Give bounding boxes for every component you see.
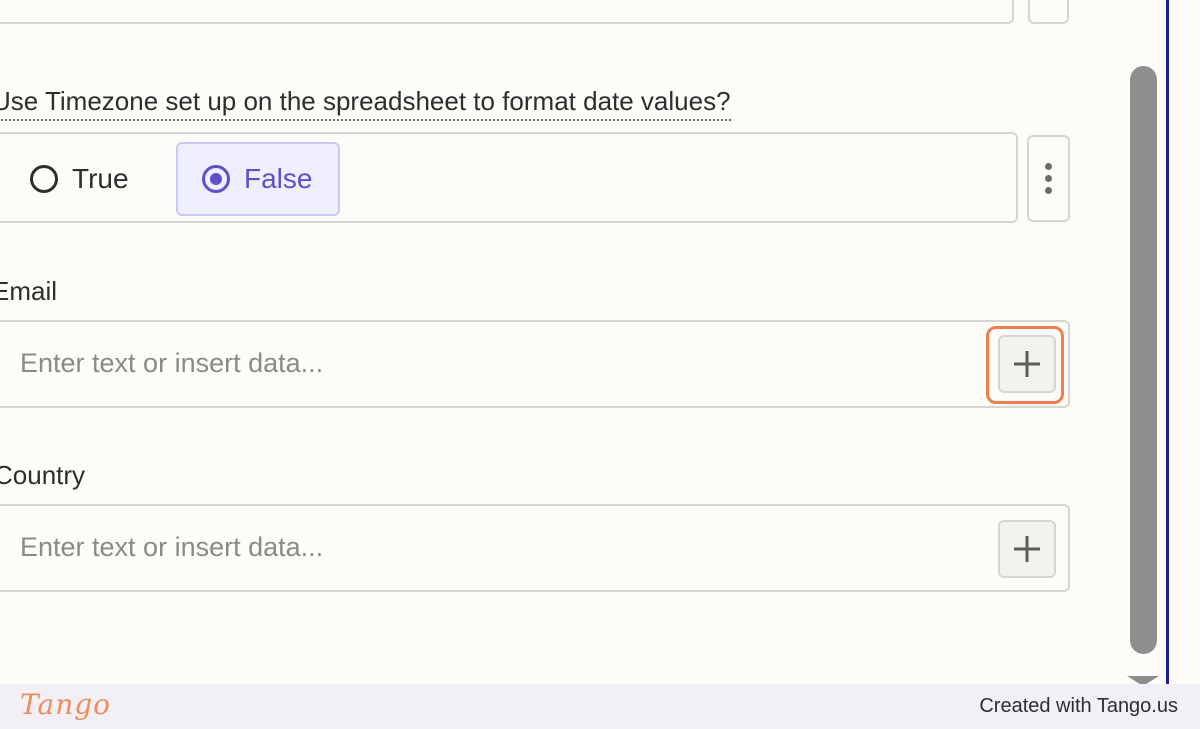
country-input[interactable]: Enter text or insert data... bbox=[0, 504, 1070, 592]
country-insert-data-button[interactable] bbox=[998, 520, 1056, 578]
radio-checked-icon bbox=[202, 165, 230, 193]
footer: Tango Created with Tango.us bbox=[0, 684, 1200, 729]
email-label: Email bbox=[0, 276, 58, 306]
form-panel: Use Timezone set up on the spreadsheet t… bbox=[0, 0, 1166, 684]
email-placeholder: Enter text or insert data... bbox=[20, 348, 324, 378]
radio-true-label: True bbox=[72, 163, 129, 194]
click-highlight bbox=[986, 326, 1064, 404]
scroll-down-arrow-icon[interactable] bbox=[1127, 676, 1159, 684]
scrollbar-thumb[interactable] bbox=[1130, 66, 1157, 654]
timezone-question-label: Use Timezone set up on the spreadsheet t… bbox=[0, 86, 731, 121]
radio-false-label: False bbox=[244, 163, 313, 194]
right-margin bbox=[1169, 0, 1200, 684]
country-placeholder: Enter text or insert data... bbox=[20, 532, 324, 562]
previous-field-input[interactable] bbox=[0, 0, 1014, 24]
radio-unchecked-icon bbox=[30, 165, 58, 193]
kebab-menu-icon[interactable] bbox=[1027, 135, 1070, 222]
previous-field-options-button[interactable] bbox=[1028, 0, 1069, 24]
email-input[interactable]: Enter text or insert data... bbox=[0, 320, 1070, 408]
radio-option-true[interactable]: True bbox=[30, 163, 129, 195]
plus-icon bbox=[1014, 536, 1040, 562]
country-label: Country bbox=[0, 460, 86, 490]
footer-credit: Created with Tango.us bbox=[979, 695, 1178, 717]
tango-logo: Tango bbox=[20, 688, 112, 721]
timezone-radio-group: True False bbox=[0, 132, 1018, 223]
radio-option-false[interactable]: False bbox=[176, 142, 340, 216]
